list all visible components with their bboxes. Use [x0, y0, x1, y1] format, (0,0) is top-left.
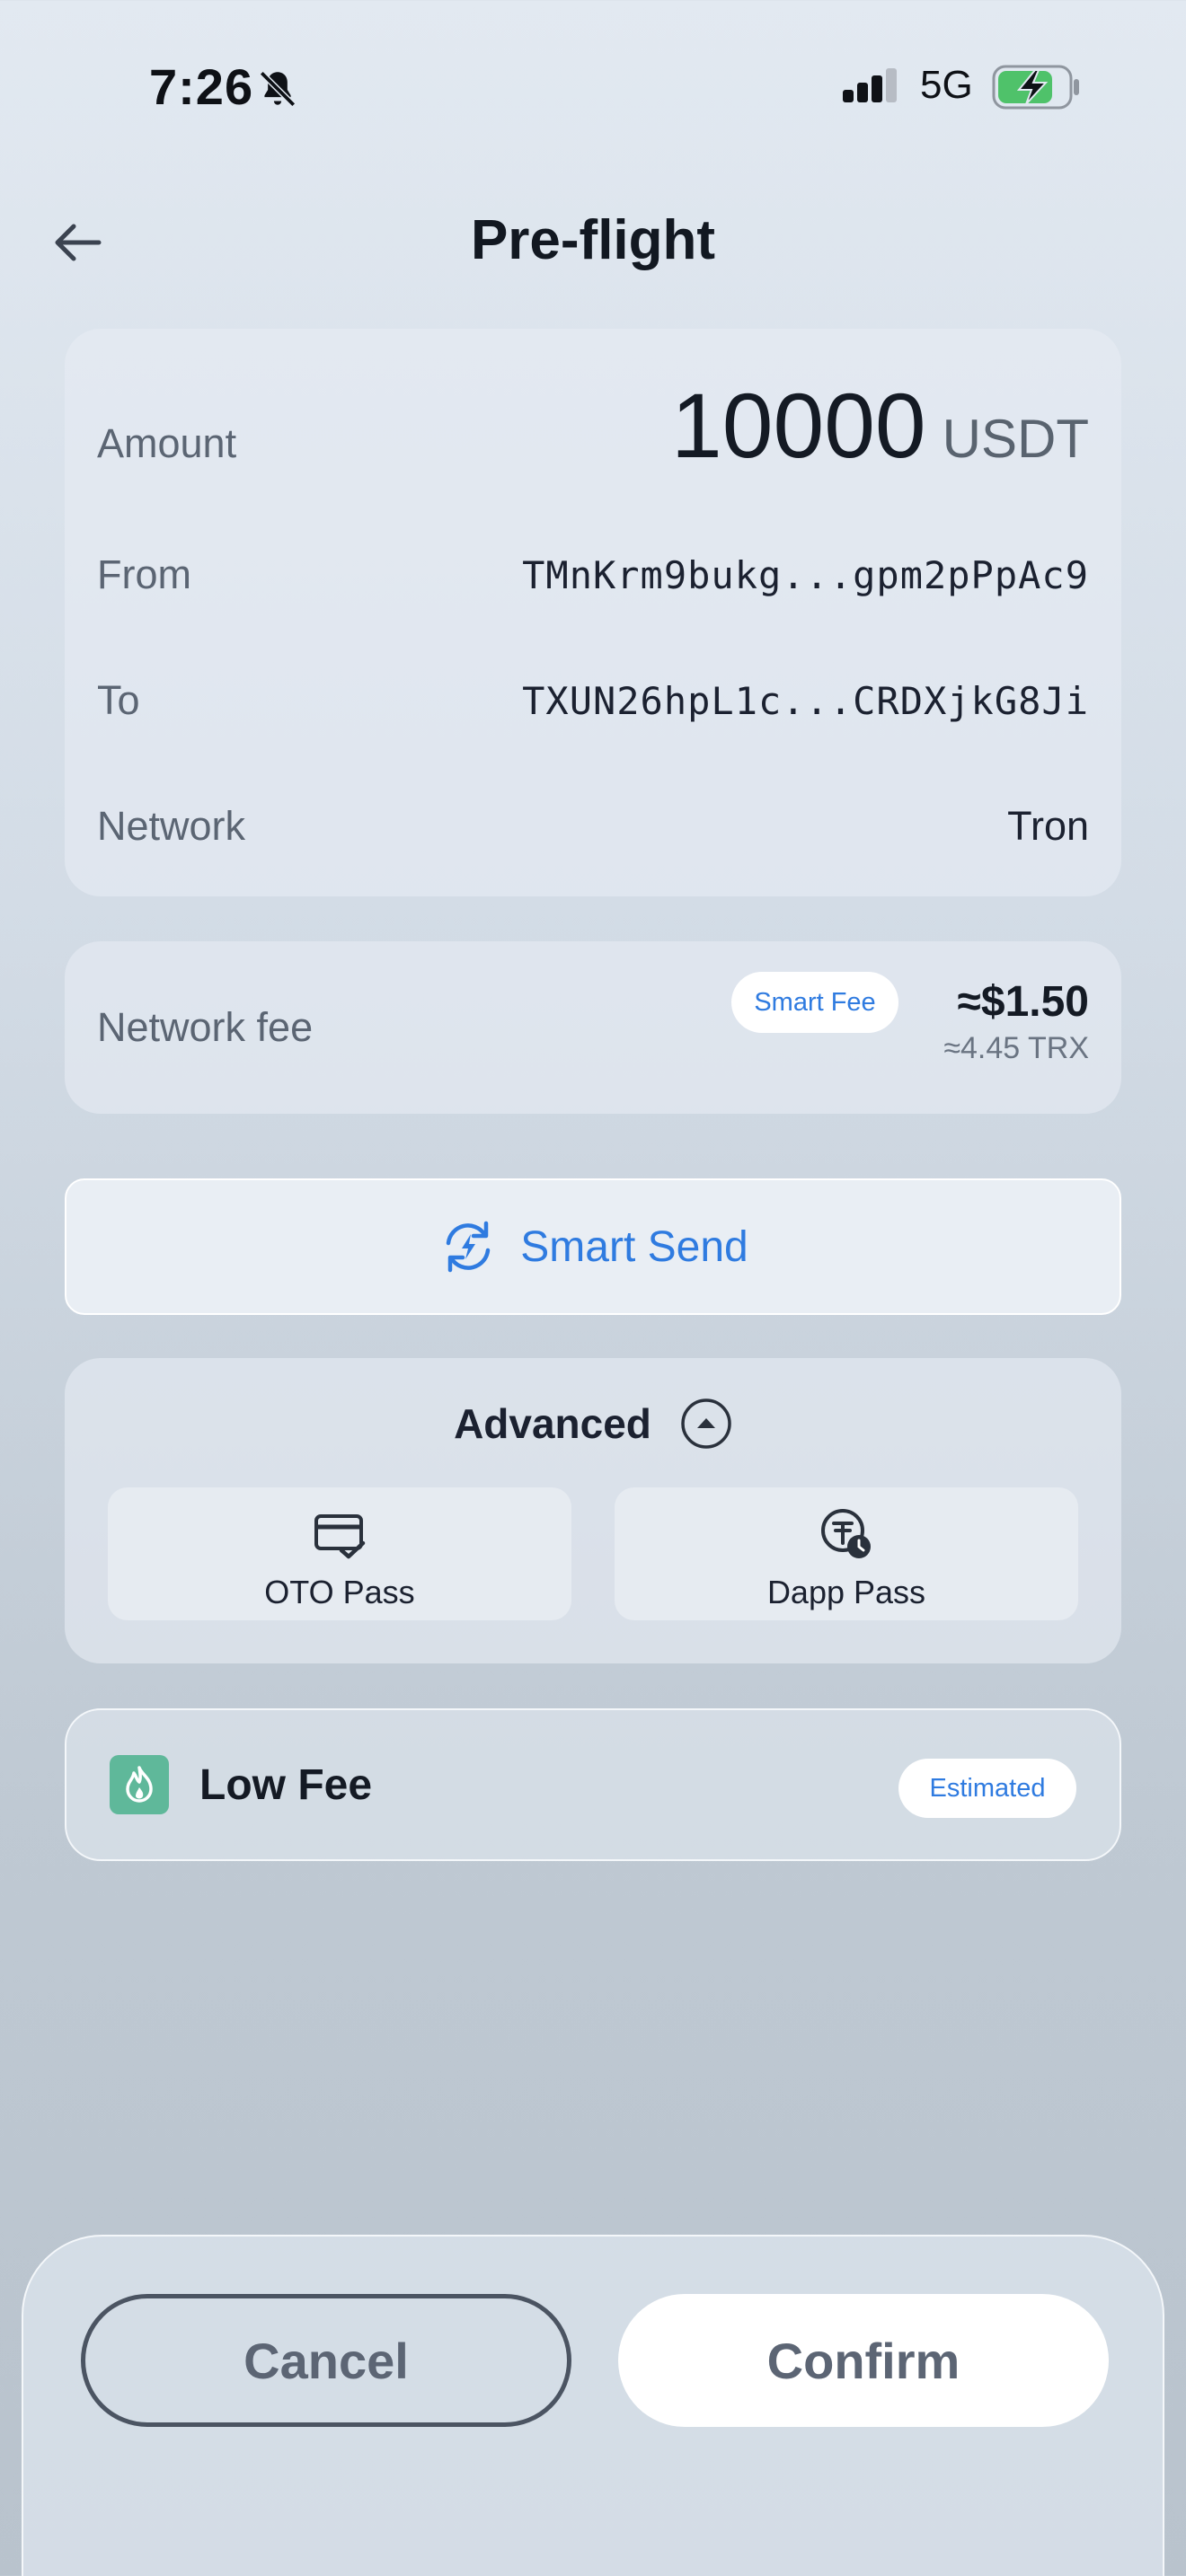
to-label: To — [97, 677, 140, 723]
to-row: To TXUN26hpL1c...CRDXjkG8Ji — [97, 677, 1089, 724]
smart-send-label: Smart Send — [520, 1222, 748, 1271]
smart-fee-badge[interactable]: Smart Fee — [731, 972, 898, 1033]
from-label: From — [97, 551, 191, 597]
advanced-card: Advanced OTO Pass Dapp Pass — [65, 1358, 1121, 1663]
status-bar: 7:26 5G — [0, 0, 1186, 180]
chevron-up-circle-icon[interactable] — [680, 1398, 732, 1450]
low-fee-option[interactable]: Low Fee Estimated — [65, 1708, 1121, 1861]
network-label: Network — [97, 803, 246, 849]
estimated-badge: Estimated — [898, 1759, 1076, 1818]
to-address: TXUN26hpL1c...CRDXjkG8Ji — [522, 679, 1089, 723]
confirm-button[interactable]: Confirm — [618, 2294, 1109, 2427]
from-row: From TMnKrm9bukg...gpm2pPpAc9 — [97, 551, 1089, 598]
status-time: 7:26 — [149, 58, 254, 115]
dapp-pass-label: Dapp Pass — [766, 1574, 926, 1610]
battery-charging-icon — [992, 65, 1079, 110]
smart-send-button[interactable]: Smart Send — [65, 1178, 1121, 1315]
dapp-pass-button[interactable]: Dapp Pass — [615, 1487, 1078, 1620]
flame-icon — [110, 1755, 169, 1814]
signal-icon — [843, 68, 897, 102]
advanced-header[interactable]: Advanced — [65, 1398, 1121, 1450]
low-fee-label: Low Fee — [199, 1761, 373, 1809]
network-row: Network Tron — [97, 803, 1089, 850]
transaction-details-card: Amount 10000 USDT From TMnKrm9bukg...gpm2… — [65, 329, 1121, 896]
fee-trx-value: ≈4.45 TRX — [943, 1031, 1089, 1065]
cancel-button[interactable]: Cancel — [81, 2294, 571, 2427]
card-check-icon — [314, 1514, 366, 1559]
fee-usd-value: ≈$1.50 — [957, 978, 1089, 1026]
amount-value: 10000 — [671, 375, 926, 477]
advanced-title: Advanced — [454, 1400, 651, 1447]
oto-pass-button[interactable]: OTO Pass — [108, 1487, 571, 1620]
from-address: TMnKrm9bukg...gpm2pPpAc9 — [522, 553, 1089, 597]
network-value: Tron — [1007, 803, 1089, 849]
page-title: Pre-flight — [470, 209, 716, 271]
oto-pass-label: OTO Pass — [264, 1574, 415, 1610]
amount-unit: USDT — [942, 409, 1089, 469]
refresh-bolt-icon — [447, 1221, 491, 1273]
amount-row: Amount 10000 USDT — [97, 374, 1089, 479]
amount-value-group: 10000 USDT — [671, 374, 1089, 479]
action-sheet: Cancel Confirm — [22, 2235, 1164, 2576]
bell-slash-icon — [259, 70, 296, 108]
token-clock-icon — [821, 1509, 871, 1558]
network-fee-label: Network fee — [97, 1004, 314, 1050]
amount-label: Amount — [97, 420, 237, 466]
network-type: 5G — [920, 63, 973, 107]
network-fee-card: Network fee Smart Fee ≈$1.50 ≈4.45 TRX — [65, 941, 1121, 1114]
